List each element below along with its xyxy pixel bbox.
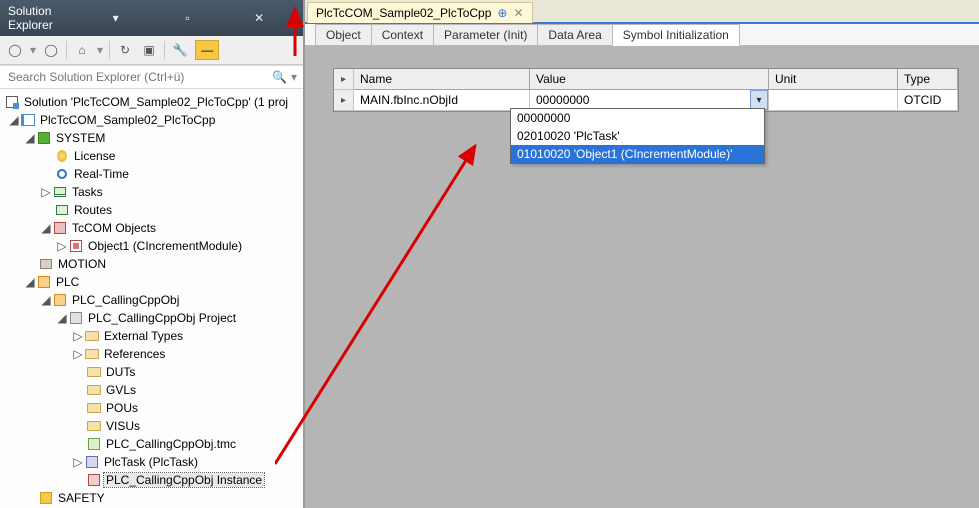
chevron-down-icon[interactable]: ◢ <box>56 311 68 325</box>
tab-dataarea[interactable]: Data Area <box>537 24 612 45</box>
panel-pin-icon[interactable]: ▫ <box>152 11 224 25</box>
chevron-down-icon[interactable]: ◢ <box>24 275 36 289</box>
chevron-down-icon[interactable]: ◢ <box>40 293 52 307</box>
content-area: Name Value Unit Type MAIN.fbInc.nObjId <box>305 46 979 508</box>
search-dropdown-icon[interactable]: ▾ <box>291 70 297 84</box>
node-refs[interactable]: ▷References <box>0 345 303 363</box>
node-plccpp[interactable]: ◢PLC_CallingCppObj <box>0 291 303 309</box>
nav-fwd-icon[interactable]: ◯ <box>42 41 60 59</box>
col-unit[interactable]: Unit <box>769 69 898 90</box>
panel-title-text: Solution Explorer <box>8 4 80 32</box>
chevron-right-icon[interactable]: ▷ <box>40 185 52 199</box>
properties-icon[interactable]: 🔧 <box>171 41 189 59</box>
node-safety[interactable]: SAFETY <box>0 489 303 507</box>
solution-tree[interactable]: Solution 'PlcTcCOM_Sample02_PlcToCpp' (1… <box>0 89 303 508</box>
solution-toolbar: ◯ ▾ ◯ ⌂ ▾ ↻ ▣ 🔧 — <box>0 36 303 65</box>
node-routes[interactable]: Routes <box>0 201 303 219</box>
collapse-icon[interactable]: ▣ <box>140 41 158 59</box>
col-type[interactable]: Type <box>898 69 958 90</box>
node-exttypes[interactable]: ▷External Types <box>0 327 303 345</box>
col-value[interactable]: Value <box>530 69 769 90</box>
symbol-grid: Name Value Unit Type MAIN.fbInc.nObjId <box>333 68 959 112</box>
search-input[interactable] <box>6 69 272 85</box>
cell-type[interactable]: OTCID <box>898 90 958 111</box>
document-tab[interactable]: PlcTcCOM_Sample02_PlcToCpp ⊕ ✕ <box>307 2 533 23</box>
node-solution[interactable]: Solution 'PlcTcCOM_Sample02_PlcToCpp' (1… <box>0 93 303 111</box>
chevron-down-icon[interactable]: ◢ <box>8 113 20 127</box>
node-pous[interactable]: POUs <box>0 399 303 417</box>
show-all-button[interactable]: — <box>195 40 219 60</box>
node-system[interactable]: ◢SYSTEM <box>0 129 303 147</box>
close-icon[interactable]: ✕ <box>513 6 523 20</box>
col-name[interactable]: Name <box>354 69 530 90</box>
chevron-down-icon[interactable]: ◢ <box>24 131 36 145</box>
value-input[interactable] <box>530 90 750 110</box>
chevron-right-icon[interactable]: ▷ <box>72 329 84 343</box>
arrow-annotation <box>275 46 525 496</box>
dropdown-button[interactable] <box>750 90 768 110</box>
tab-symbolinit[interactable]: Symbol Initialization <box>612 24 740 46</box>
dropdown-option[interactable]: 00000000 <box>511 109 764 127</box>
cell-unit[interactable] <box>769 90 898 111</box>
panel-close-icon[interactable]: ✕ <box>223 11 295 25</box>
solution-explorer-panel: Solution Explorer ▾ ▫ ✕ ◯ ▾ ◯ ⌂ ▾ ↻ ▣ 🔧 … <box>0 0 305 508</box>
tab-parameter[interactable]: Parameter (Init) <box>433 24 538 45</box>
node-motion[interactable]: MOTION <box>0 255 303 273</box>
document-tabstrip: PlcTcCOM_Sample02_PlcToCpp ⊕ ✕ <box>305 0 979 24</box>
node-duts[interactable]: DUTs <box>0 363 303 381</box>
chevron-right-icon[interactable]: ▷ <box>72 455 84 469</box>
node-tccom[interactable]: ◢TcCOM Objects <box>0 219 303 237</box>
chevron-down-icon[interactable]: ◢ <box>40 221 52 235</box>
row-marker-icon[interactable] <box>334 90 354 111</box>
node-plc[interactable]: ◢PLC <box>0 273 303 291</box>
node-plctask[interactable]: ▷PlcTask (PlcTask) <box>0 453 303 471</box>
refresh-icon[interactable]: ↻ <box>116 41 134 59</box>
panel-titlebar: Solution Explorer ▾ ▫ ✕ <box>0 0 303 36</box>
node-tasks[interactable]: ▷Tasks <box>0 183 303 201</box>
chevron-right-icon[interactable]: ▷ <box>56 239 68 253</box>
node-tmc[interactable]: PLC_CallingCppObj.tmc <box>0 435 303 453</box>
grid-header: Name Value Unit Type <box>334 69 958 90</box>
dropdown-option-selected[interactable]: 01010020 'Object1 (CIncrementModule)' <box>511 145 764 163</box>
document-tab-label: PlcTcCOM_Sample02_PlcToCpp <box>316 6 491 20</box>
home-icon[interactable]: ⌂ <box>73 41 91 59</box>
value-dropdown[interactable]: 00000000 02010020 'PlcTask' 01010020 'Ob… <box>510 108 765 164</box>
node-plccppproj[interactable]: ◢PLC_CallingCppObj Project <box>0 309 303 327</box>
panel-menu-icon[interactable]: ▾ <box>80 11 152 25</box>
node-realtime[interactable]: Real-Time <box>0 165 303 183</box>
cell-name[interactable]: MAIN.fbInc.nObjId <box>354 90 530 111</box>
nav-back-icon[interactable]: ◯ <box>6 41 24 59</box>
tab-context[interactable]: Context <box>371 24 434 45</box>
search-container: 🔍 ▾ <box>0 65 303 89</box>
node-instance[interactable]: PLC_CallingCppObj Instance <box>0 471 303 489</box>
node-license[interactable]: License <box>0 147 303 165</box>
node-gvls[interactable]: GVLs <box>0 381 303 399</box>
chevron-right-icon[interactable]: ▷ <box>72 347 84 361</box>
node-object1[interactable]: ▷Object1 (CIncrementModule) <box>0 237 303 255</box>
node-project[interactable]: ◢PlcTcCOM_Sample02_PlcToCpp <box>0 111 303 129</box>
pin-icon[interactable]: ⊕ <box>497 6 507 20</box>
node-visus[interactable]: VISUs <box>0 417 303 435</box>
inner-tabstrip: Object Context Parameter (Init) Data Are… <box>305 24 979 46</box>
dropdown-option[interactable]: 02010020 'PlcTask' <box>511 127 764 145</box>
document-area: PlcTcCOM_Sample02_PlcToCpp ⊕ ✕ Object Co… <box>305 0 979 508</box>
tab-object[interactable]: Object <box>315 24 372 45</box>
search-icon[interactable]: 🔍 <box>272 70 287 84</box>
